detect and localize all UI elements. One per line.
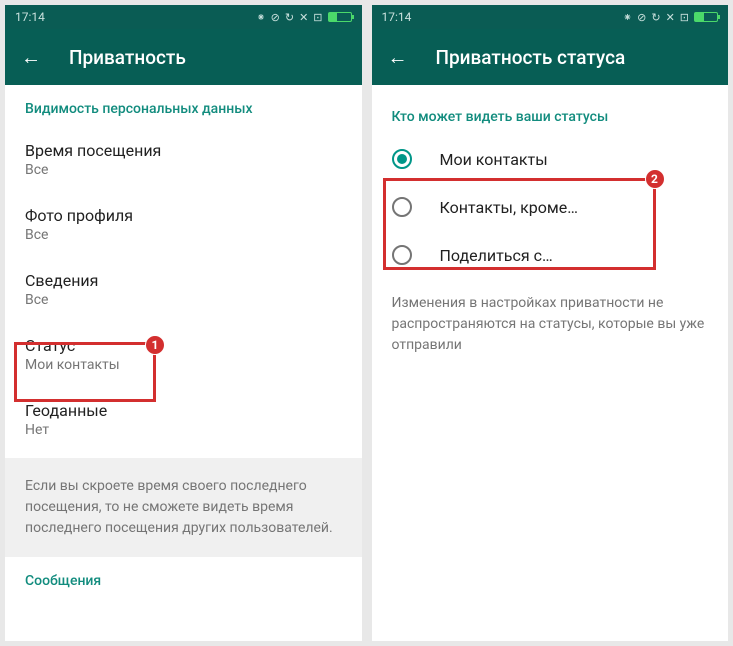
privacy-note: Изменения в настройках приватности не ра…: [372, 279, 729, 370]
item-title: Фото профиля: [25, 206, 342, 225]
radio-label: Мои контакты: [440, 150, 548, 169]
radio-icon: [392, 245, 412, 265]
sync-icon: ↻: [285, 11, 294, 24]
radio-share-with[interactable]: Поделиться с…: [372, 231, 729, 279]
back-icon[interactable]: ←: [21, 45, 41, 70]
status-time: 17:14: [382, 10, 412, 24]
status-time: 17:14: [15, 10, 45, 24]
box-icon: ⊡: [313, 11, 322, 24]
radio-label: Контакты, кроме…: [440, 198, 578, 217]
sim-icon: ✕: [666, 11, 675, 24]
info-note: Если вы скроете время своего последнего …: [5, 458, 362, 557]
item-title: Геоданные: [25, 401, 342, 420]
dnd-icon: ⊘: [637, 11, 646, 24]
back-icon[interactable]: ←: [388, 45, 408, 70]
item-subtitle: Мои контакты: [25, 357, 342, 373]
radio-contacts-except[interactable]: Контакты, кроме…: [372, 183, 729, 231]
section-header-visibility: Видимость персональных данных: [5, 85, 362, 127]
page-title: Приватность статуса: [436, 46, 626, 69]
content-area: Кто может видеть ваши статусы Мои контак…: [372, 85, 729, 641]
content-area: Видимость персональных данных Время посе…: [5, 85, 362, 641]
bluetooth-icon: ⁕: [256, 11, 265, 24]
radio-label: Поделиться с…: [440, 246, 553, 265]
bluetooth-icon: ⁕: [623, 11, 632, 24]
item-location[interactable]: Геоданные Нет: [5, 387, 362, 452]
section-header-who-sees: Кто может видеть ваши статусы: [372, 85, 729, 135]
item-subtitle: Все: [25, 162, 342, 178]
status-bar: 17:14 ⁕ ⊘ ↻ ✕ ⊡: [372, 5, 729, 29]
status-icons: ⁕ ⊘ ↻ ✕ ⊡: [623, 11, 718, 24]
radio-icon: [392, 197, 412, 217]
status-icons: ⁕ ⊘ ↻ ✕ ⊡: [256, 11, 351, 24]
left-screen: 17:14 ⁕ ⊘ ↻ ✕ ⊡ ← Приватность Видимость …: [5, 5, 362, 641]
item-subtitle: Нет: [25, 422, 342, 438]
status-bar: 17:14 ⁕ ⊘ ↻ ✕ ⊡: [5, 5, 362, 29]
item-title: Статус: [25, 336, 342, 355]
item-title: Сведения: [25, 271, 342, 290]
box-icon: ⊡: [680, 11, 689, 24]
item-last-seen[interactable]: Время посещения Все: [5, 127, 362, 192]
badge-2: 2: [645, 169, 665, 189]
item-subtitle: Все: [25, 292, 342, 308]
sync-icon: ↻: [651, 11, 660, 24]
item-status[interactable]: Статус Мои контакты: [5, 322, 362, 387]
item-subtitle: Все: [25, 227, 342, 243]
right-screen: 17:14 ⁕ ⊘ ↻ ✕ ⊡ ← Приватность статуса Кт…: [372, 5, 729, 641]
badge-1: 1: [145, 335, 165, 355]
radio-my-contacts[interactable]: Мои контакты: [372, 135, 729, 183]
item-title: Время посещения: [25, 141, 342, 160]
dnd-icon: ⊘: [271, 11, 280, 24]
item-about[interactable]: Сведения Все: [5, 257, 362, 322]
item-profile-photo[interactable]: Фото профиля Все: [5, 192, 362, 257]
battery-icon: [694, 12, 718, 22]
battery-icon: [328, 12, 352, 22]
page-title: Приватность: [69, 46, 186, 69]
radio-icon: [392, 149, 412, 169]
sim-icon: ✕: [299, 11, 308, 24]
app-bar: ← Приватность статуса: [372, 29, 729, 85]
app-bar: ← Приватность: [5, 29, 362, 85]
section-header-messages: Сообщения: [5, 557, 362, 599]
